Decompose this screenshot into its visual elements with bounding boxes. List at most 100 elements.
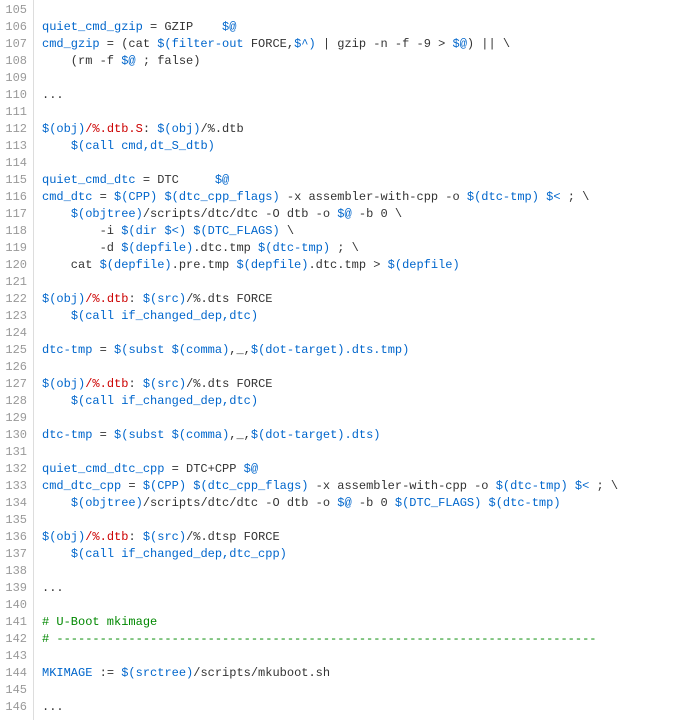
line-number: 122 xyxy=(4,291,27,308)
code-area[interactable]: quiet_cmd_gzip = GZIP $@cmd_gzip = (cat … xyxy=(34,0,697,720)
code-line[interactable]: cmd_gzip = (cat $(filter-out FORCE,$^) |… xyxy=(42,36,697,53)
code-line[interactable]: ... xyxy=(42,699,697,716)
code-token: $( xyxy=(114,343,128,357)
code-token: call xyxy=(85,394,114,408)
code-token: cmd_dtc xyxy=(42,190,92,204)
code-token: $(dtc_cpp_flags) xyxy=(193,479,308,493)
line-number: 123 xyxy=(4,308,27,325)
code-token: quiet_cmd_gzip xyxy=(42,20,143,34)
line-number: 114 xyxy=(4,155,27,172)
line-number: 128 xyxy=(4,393,27,410)
code-line[interactable]: quiet_cmd_gzip = GZIP $@ xyxy=(42,19,697,36)
code-token: = xyxy=(92,428,114,442)
code-token: # U-Boot mkimage xyxy=(42,615,157,629)
line-number: 137 xyxy=(4,546,27,563)
code-line[interactable]: (rm -f $@ ; false) xyxy=(42,53,697,70)
code-line[interactable] xyxy=(42,512,697,529)
code-line[interactable] xyxy=(42,444,697,461)
code-token: $@ xyxy=(121,54,135,68)
code-token: $(DTC_FLAGS) xyxy=(193,224,279,238)
code-token: $(depfile) xyxy=(100,258,172,272)
code-token xyxy=(568,479,575,493)
code-line[interactable] xyxy=(42,359,697,376)
code-line[interactable] xyxy=(42,104,697,121)
code-token: -b 0 xyxy=(352,496,395,510)
code-line[interactable]: $(call if_changed_dep,dtc) xyxy=(42,308,697,325)
line-number: 117 xyxy=(4,206,27,223)
code-line[interactable]: cat $(depfile).pre.tmp $(depfile).dtc.tm… xyxy=(42,257,697,274)
line-number: 129 xyxy=(4,410,27,427)
code-line[interactable]: $(call if_changed_dep,dtc) xyxy=(42,393,697,410)
code-token: ... xyxy=(42,88,64,102)
code-token: filter-out xyxy=(172,37,244,51)
code-line[interactable]: -d $(depfile).dtc.tmp $(dtc-tmp) ; \ xyxy=(42,240,697,257)
line-number: 112 xyxy=(4,121,27,138)
code-editor: 1051061071081091101111121131141151161171… xyxy=(0,0,697,720)
code-token: $( xyxy=(71,547,85,561)
code-line[interactable] xyxy=(42,648,697,665)
code-line[interactable]: $(objtree)/scripts/dtc/dtc -O dtb -o $@ … xyxy=(42,206,697,223)
line-number: 105 xyxy=(4,2,27,19)
line-number: 115 xyxy=(4,172,27,189)
code-line[interactable] xyxy=(42,155,697,172)
code-token: = DTC+CPP xyxy=(164,462,243,476)
line-number: 124 xyxy=(4,325,27,342)
code-token: $(DTC_FLAGS) xyxy=(395,496,481,510)
line-number: 133 xyxy=(4,478,27,495)
code-token: cmd,dt_S_dtb) xyxy=(114,139,215,153)
code-line[interactable]: $(obj)/%.dtb: $(src)/%.dts FORCE xyxy=(42,376,697,393)
code-token xyxy=(42,207,71,221)
code-line[interactable]: # U-Boot mkimage xyxy=(42,614,697,631)
code-line[interactable]: $(obj)/%.dtb: $(src)/%.dts FORCE xyxy=(42,291,697,308)
code-token: \ xyxy=(280,224,294,238)
line-number: 108 xyxy=(4,53,27,70)
code-line[interactable]: $(obj)/%.dtb: $(src)/%.dtsp FORCE xyxy=(42,529,697,546)
code-line[interactable] xyxy=(42,563,697,580)
code-line[interactable]: cmd_dtc_cpp = $(CPP) $(dtc_cpp_flags) -x… xyxy=(42,478,697,495)
code-token: /%.dtsp FORCE xyxy=(186,530,280,544)
code-token: dtc-tmp xyxy=(42,343,92,357)
line-number: 142 xyxy=(4,631,27,648)
code-line[interactable] xyxy=(42,325,697,342)
line-number: 145 xyxy=(4,682,27,699)
code-token: : xyxy=(143,122,157,136)
code-line[interactable] xyxy=(42,70,697,87)
code-token: (rm -f xyxy=(42,54,121,68)
code-token xyxy=(42,496,71,510)
code-line[interactable]: cmd_dtc = $(CPP) $(dtc_cpp_flags) -x ass… xyxy=(42,189,697,206)
code-token: $(dtc-tmp) xyxy=(496,479,568,493)
code-token: .dtc.tmp xyxy=(193,241,258,255)
code-token: $< xyxy=(575,479,589,493)
code-line[interactable]: dtc-tmp = $(subst $(comma),_,$(dot-targe… xyxy=(42,342,697,359)
code-line[interactable]: $(call cmd,dt_S_dtb) xyxy=(42,138,697,155)
code-line[interactable] xyxy=(42,2,697,19)
code-token: $@ xyxy=(215,173,229,187)
code-line[interactable]: # --------------------------------------… xyxy=(42,631,697,648)
code-line[interactable] xyxy=(42,410,697,427)
code-token: ,_, xyxy=(229,343,251,357)
code-line[interactable]: MKIMAGE := $(srctree)/scripts/mkuboot.sh xyxy=(42,665,697,682)
code-line[interactable]: dtc-tmp = $(subst $(comma),_,$(dot-targe… xyxy=(42,427,697,444)
code-line[interactable] xyxy=(42,682,697,699)
code-token: $(src) xyxy=(143,530,186,544)
code-line[interactable] xyxy=(42,597,697,614)
code-line[interactable]: $(obj)/%.dtb.S: $(obj)/%.dtb xyxy=(42,121,697,138)
code-token: .dtc.tmp > xyxy=(308,258,387,272)
code-line[interactable]: $(call if_changed_dep,dtc_cpp) xyxy=(42,546,697,563)
code-token: .pre.tmp xyxy=(172,258,237,272)
code-token: quiet_cmd_dtc xyxy=(42,173,136,187)
code-token: $(dtc_cpp_flags) xyxy=(164,190,279,204)
code-token: .dts) xyxy=(345,428,381,442)
code-line[interactable]: $(objtree)/scripts/dtc/dtc -O dtb -o $@ … xyxy=(42,495,697,512)
code-line[interactable]: quiet_cmd_dtc = DTC $@ xyxy=(42,172,697,189)
code-line[interactable]: -i $(dir $<) $(DTC_FLAGS) \ xyxy=(42,223,697,240)
code-line[interactable]: quiet_cmd_dtc_cpp = DTC+CPP $@ xyxy=(42,461,697,478)
code-token: = xyxy=(92,343,114,357)
code-token: -x assembler-with-cpp -o xyxy=(308,479,495,493)
code-line[interactable]: ... xyxy=(42,87,697,104)
code-token: ,_, xyxy=(229,428,251,442)
code-line[interactable]: ... xyxy=(42,580,697,597)
code-line[interactable] xyxy=(42,274,697,291)
code-token: = GZIP xyxy=(143,20,222,34)
code-token: $(obj) xyxy=(157,122,200,136)
